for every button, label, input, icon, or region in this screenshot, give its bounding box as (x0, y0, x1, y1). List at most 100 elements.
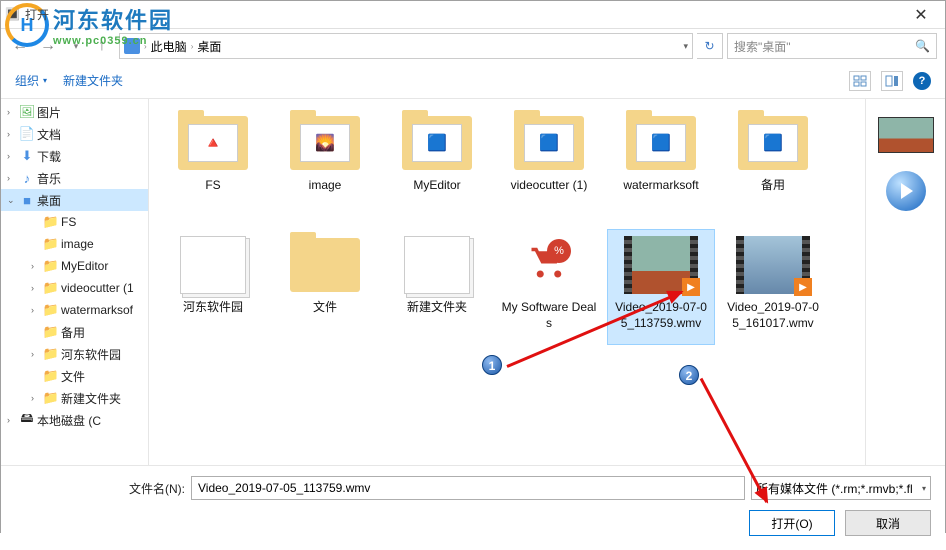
tree-icon: 🖴 (19, 412, 35, 428)
nav-history-dropdown[interactable]: ▾ (65, 35, 87, 57)
file-item[interactable]: 🔺FS (159, 107, 267, 223)
window-title: 打开 (25, 6, 49, 23)
sidebar-item[interactable]: 📁备用 (1, 321, 148, 343)
search-input[interactable]: 搜索"桌面" 🔍 (727, 33, 937, 59)
chevron-icon: › (31, 393, 41, 403)
refresh-button[interactable]: ↻ (697, 33, 723, 59)
file-label: 文件 (313, 300, 337, 316)
folder-icon: 🔺 (178, 116, 248, 170)
new-folder-button[interactable]: 新建文件夹 (63, 72, 123, 89)
file-item[interactable]: 河东软件园 (159, 229, 267, 345)
tree-icon: 📁 (43, 346, 59, 362)
file-label: 备用 (761, 178, 785, 194)
tree-icon: 📁 (43, 390, 59, 406)
folder-icon (290, 238, 360, 292)
nav-up-button[interactable]: ↑ (93, 35, 111, 57)
sidebar-item[interactable]: ›🖼图片 (1, 101, 148, 123)
tree-icon: 📁 (43, 324, 59, 340)
filename-label: 文件名(N): (15, 480, 185, 497)
file-item[interactable]: 新建文件夹 (383, 229, 491, 345)
bottom-bar: 文件名(N): 所有媒体文件 (*.rm;*.rmvb;*.fl ▾ 打开(O)… (1, 465, 945, 550)
tree-label: 下载 (37, 148, 61, 165)
sidebar-item[interactable]: 📁image (1, 233, 148, 255)
tree-label: 文件 (61, 368, 85, 385)
path-segment[interactable]: 此电脑 (151, 38, 187, 55)
tree-icon: 📁 (43, 214, 59, 230)
filename-input[interactable] (191, 476, 745, 500)
sidebar-item[interactable]: 📁文件 (1, 365, 148, 387)
folder-icon: 🟦 (514, 116, 584, 170)
path-segment[interactable]: 桌面 (197, 38, 221, 55)
file-item[interactable]: 🟦备用 (719, 107, 827, 223)
title-bar: 🔳 打开 ✕ (1, 1, 945, 29)
preview-pane (865, 99, 945, 465)
tree-label: 河东软件园 (61, 346, 121, 363)
file-label: image (309, 178, 342, 194)
file-item[interactable]: ▶Video_2019-07-05_113759.wmv (607, 229, 715, 345)
chevron-icon: › (7, 107, 17, 117)
tree-label: videocutter (1 (61, 281, 134, 295)
view-icons-button[interactable] (849, 71, 871, 91)
preview-thumbnail (878, 117, 934, 153)
sidebar-item[interactable]: ›⬇下载 (1, 145, 148, 167)
pc-icon (124, 38, 140, 54)
tree-label: FS (61, 215, 76, 229)
sidebar-item[interactable]: ›♪音乐 (1, 167, 148, 189)
tree-label: image (61, 237, 94, 251)
tree-icon: ♪ (19, 170, 35, 186)
chevron-down-icon: ▾ (922, 484, 926, 493)
chevron-icon: › (31, 283, 41, 293)
file-label: MyEditor (413, 178, 460, 194)
file-item[interactable]: 文件 (271, 229, 379, 345)
chevron-icon: › (7, 173, 17, 183)
tree-icon: 📁 (43, 258, 59, 274)
help-button[interactable]: ? (913, 72, 931, 90)
file-item[interactable]: 🟦MyEditor (383, 107, 491, 223)
search-icon: 🔍 (915, 39, 930, 53)
file-item[interactable]: 🟦videocutter (1) (495, 107, 603, 223)
file-grid: 1 2 🔺FS🌄image🟦MyEditor🟦videocutter (1)🟦w… (149, 99, 865, 465)
view-preview-button[interactable] (881, 71, 903, 91)
sidebar-item[interactable]: ⌄■桌面 (1, 189, 148, 211)
filetype-filter[interactable]: 所有媒体文件 (*.rm;*.rmvb;*.fl ▾ (751, 476, 931, 500)
file-item[interactable]: 🟦watermarksoft (607, 107, 715, 223)
file-item[interactable]: ▶Video_2019-07-05_161017.wmv (719, 229, 827, 345)
path-breadcrumb[interactable]: › 此电脑 › 桌面 ▾ (119, 33, 693, 59)
annotation-badge-2: 2 (679, 365, 699, 385)
chevron-icon: › (31, 261, 41, 271)
file-label: 新建文件夹 (407, 300, 467, 316)
tree-label: 图片 (37, 104, 61, 121)
nav-back-button[interactable]: ← (9, 35, 31, 57)
chevron-icon: ⌄ (7, 195, 17, 206)
sidebar-item[interactable]: ›📁河东软件园 (1, 343, 148, 365)
tree-label: 新建文件夹 (61, 390, 121, 407)
sidebar-item[interactable]: ›🖴本地磁盘 (C (1, 409, 148, 431)
annotation-badge-1: 1 (482, 355, 502, 375)
sidebar-item[interactable]: ›📁watermarksof (1, 299, 148, 321)
open-button[interactable]: 打开(O) (749, 510, 835, 536)
cancel-button[interactable]: 取消 (845, 510, 931, 536)
video-thumbnail-icon: ▶ (736, 236, 810, 294)
folder-icon: 🌄 (290, 116, 360, 170)
sidebar-item[interactable]: ›📁新建文件夹 (1, 387, 148, 409)
tree-label: 桌面 (37, 192, 61, 209)
file-label: My Software Deals (500, 300, 598, 331)
tree-icon: 📁 (43, 302, 59, 318)
sidebar-item[interactable]: ›📄文档 (1, 123, 148, 145)
close-button[interactable]: ✕ (901, 5, 941, 25)
sidebar-item[interactable]: ›📁videocutter (1 (1, 277, 148, 299)
file-label: watermarksoft (623, 178, 698, 194)
video-thumbnail-icon: ▶ (624, 236, 698, 294)
organize-menu[interactable]: 组织 ▾ (15, 72, 47, 89)
tree-label: 音乐 (37, 170, 61, 187)
nav-bar: ← → ▾ ↑ › 此电脑 › 桌面 ▾ ↻ 搜索"桌面" 🔍 (1, 29, 945, 63)
file-label: 河东软件园 (183, 300, 243, 316)
play-icon[interactable] (886, 171, 926, 211)
toolbar: 组织 ▾ 新建文件夹 ? (1, 63, 945, 99)
sidebar-item[interactable]: 📁FS (1, 211, 148, 233)
file-item[interactable]: %My Software Deals (495, 229, 603, 345)
chevron-down-icon[interactable]: ▾ (683, 41, 688, 52)
document-icon (404, 236, 470, 294)
sidebar-item[interactable]: ›📁MyEditor (1, 255, 148, 277)
file-item[interactable]: 🌄 image (271, 107, 379, 223)
